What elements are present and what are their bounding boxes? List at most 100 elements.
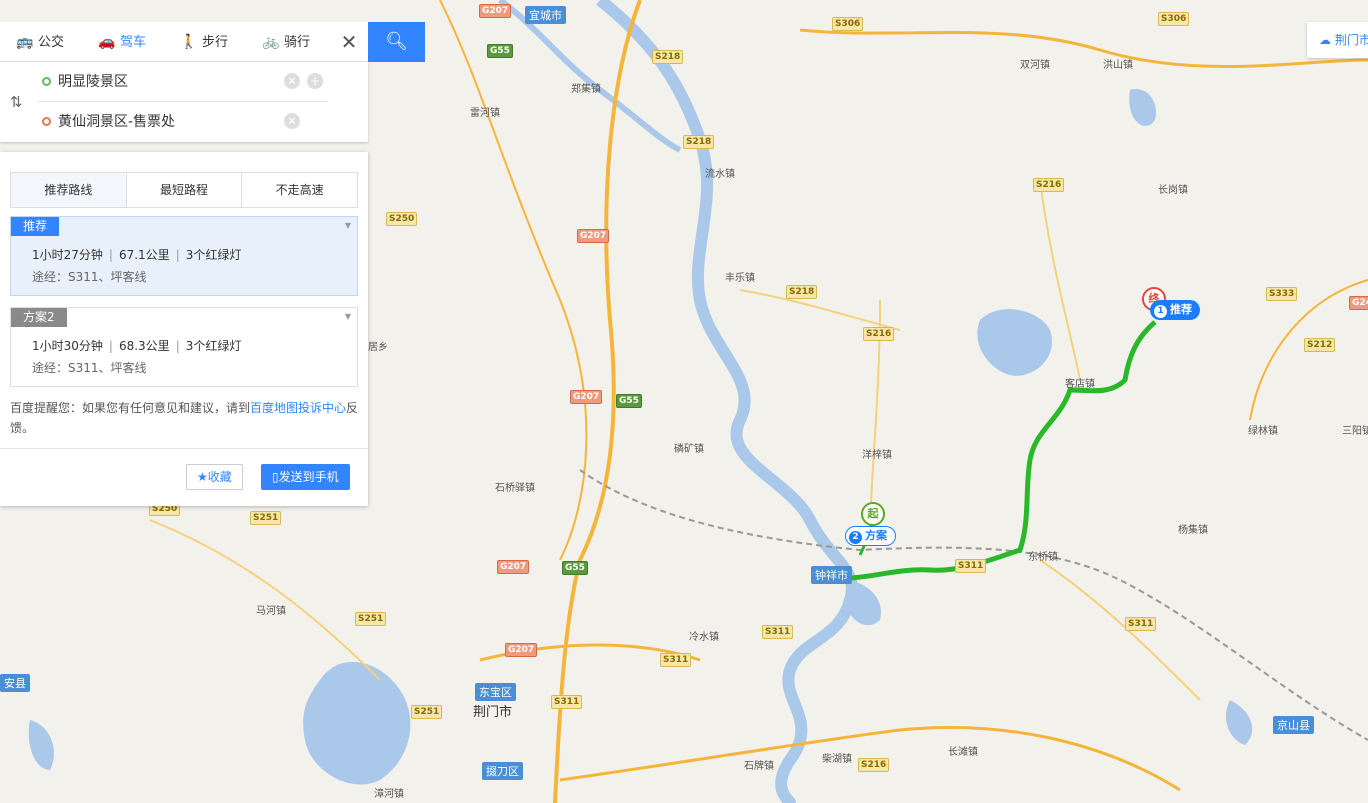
walk-icon: 🚶 [180, 34, 198, 50]
route-badge: 方案2 [11, 308, 67, 327]
city-label[interactable]: 京山县 [1273, 716, 1314, 734]
highway-shield: S251 [411, 705, 443, 719]
highway-shield: G207 [479, 4, 512, 18]
highway-shield: G55 [616, 394, 642, 408]
tab-label: 公交 [38, 35, 65, 50]
favorite-label: 收藏 [207, 470, 232, 484]
highway-shield: S251 [355, 612, 387, 626]
highway-shield: S218 [683, 135, 715, 149]
highway-shield: G207 [577, 229, 610, 243]
clear-icon[interactable]: ✕ [284, 113, 300, 129]
highway-shield: G207 [505, 643, 538, 657]
pref-recommended[interactable]: 推荐路线 [11, 173, 127, 207]
highway-shield: G207 [570, 390, 603, 404]
send-label: 发送到手机 [278, 470, 339, 484]
recommended-route-tag[interactable]: 1 推荐 [1150, 300, 1200, 320]
highway-shield: S311 [955, 559, 987, 573]
chevron-down-icon[interactable]: ▼ [345, 221, 351, 230]
route-tag-label: 推荐 [1170, 303, 1192, 316]
travel-mode-tabs: 🚌 公交 🚗 驾车 🚶 步行 🚲 骑行 ✕ [0, 22, 368, 62]
highway-shield: S311 [762, 625, 794, 639]
route-summary: 1小时27分钟 | 67.1公里 | 3个红绿灯 [32, 248, 242, 262]
start-field[interactable]: 明显陵景区 ✕ + [38, 62, 328, 102]
send-to-phone-button[interactable]: ▯发送到手机 [261, 464, 350, 490]
route-time: 1小时30分钟 [32, 339, 103, 353]
town-label: 漳河镇 [374, 789, 404, 800]
swap-icon[interactable]: ⇅ [10, 93, 23, 111]
town-label: 洋梓镇 [862, 450, 892, 461]
route-card-1[interactable]: 推荐 ▼ 1小时27分钟 | 67.1公里 | 3个红绿灯 途经：S311、坪客线 [10, 216, 358, 296]
tab-label: 驾车 [120, 35, 147, 50]
cloud-icon: ☁ [1319, 33, 1331, 47]
city-label[interactable]: 钟祥市 [811, 566, 852, 584]
bike-icon: 🚲 [262, 34, 280, 50]
town-label: 郑集镇 [571, 84, 601, 95]
route-inputs: ⇅ 明显陵景区 ✕ + 黄仙洞景区-售票处 ✕ [0, 62, 368, 142]
highway-shield: G207 [497, 560, 530, 574]
phone-icon: ▯ [272, 470, 279, 484]
city-label[interactable]: 宜城市 [525, 6, 566, 24]
highway-shield: S216 [863, 327, 895, 341]
route-lights: 3个红绿灯 [185, 339, 242, 353]
complaint-center-link[interactable]: 百度地图投诉中心 [250, 401, 346, 415]
tab-bike[interactable]: 🚲 骑行 [262, 22, 310, 62]
highway-shield: G55 [562, 561, 588, 575]
end-field[interactable]: 黄仙洞景区-售票处 ✕ [38, 102, 328, 142]
city-label-major[interactable]: 荆门市 [473, 701, 512, 720]
chevron-down-icon[interactable]: ▼ [345, 312, 351, 321]
town-label: 长滩镇 [948, 747, 978, 758]
route-via: 途经：S311、坪客线 [32, 270, 147, 284]
highway-shield: S216 [1033, 178, 1065, 192]
alt-route-tag[interactable]: 2 方案 [845, 526, 896, 546]
route-distance: 67.1公里 [118, 248, 170, 262]
town-label: 石牌镇 [744, 761, 774, 772]
weather-city: 荆门市 [1334, 33, 1368, 47]
tab-drive[interactable]: 🚗 驾车 [98, 22, 146, 62]
highway-shield: S218 [786, 285, 818, 299]
feedback-notice: 百度提醒您：如果您有任何意见和建议，请到百度地图投诉中心反馈。 [10, 398, 360, 438]
city-label[interactable]: 安县 [0, 674, 30, 692]
town-label: 居乡 [368, 342, 388, 353]
town-label: 丰乐镇 [725, 273, 755, 284]
highway-shield: S333 [1266, 287, 1298, 301]
highway-shield: S250 [386, 212, 418, 226]
favorite-button[interactable]: ★收藏 [186, 464, 243, 490]
town-label: 三阳镇 [1342, 426, 1368, 437]
route-card-2[interactable]: 方案2 ▼ 1小时30分钟 | 68.3公里 | 3个红绿灯 途经：S311、坪客线 [10, 307, 358, 387]
route-summary: 1小时30分钟 | 68.3公里 | 3个红绿灯 [32, 339, 242, 353]
highway-shield: S212 [1304, 338, 1336, 352]
town-label: 洪山镇 [1103, 60, 1133, 71]
tab-label: 骑行 [284, 35, 311, 50]
add-waypoint-icon[interactable]: + [307, 73, 323, 89]
pref-no-highway[interactable]: 不走高速 [242, 173, 357, 207]
route-tag-label: 方案 [865, 529, 887, 542]
end-dot-icon [42, 117, 51, 126]
weather-widget[interactable]: ☁ 荆门市 [1307, 22, 1368, 58]
route-via: 途经：S311、坪客线 [32, 361, 147, 375]
search-icon: 🔍︎ [385, 31, 408, 52]
tab-bus[interactable]: 🚌 公交 [16, 22, 64, 62]
end-value: 黄仙洞景区-售票处 [58, 114, 176, 130]
pref-shortest[interactable]: 最短路程 [127, 173, 243, 207]
city-label[interactable]: 掇刀区 [482, 762, 523, 780]
route-preference-tabs: 推荐路线 最短路程 不走高速 [10, 172, 358, 208]
divider [0, 448, 368, 449]
route-lights: 3个红绿灯 [185, 248, 242, 262]
town-label: 冷水镇 [689, 632, 719, 643]
town-label: 长岗镇 [1158, 185, 1188, 196]
highway-shield: S311 [551, 695, 583, 709]
highway-shield: G55 [487, 44, 513, 58]
town-label: 客店镇 [1065, 379, 1095, 390]
clear-icon[interactable]: ✕ [284, 73, 300, 89]
bus-icon: 🚌 [16, 34, 34, 50]
search-button[interactable]: 🔍︎ [368, 22, 425, 62]
city-label[interactable]: 东宝区 [475, 683, 516, 701]
start-marker[interactable]: 起 [861, 502, 885, 526]
highway-shield: G24 [1349, 296, 1368, 310]
highway-shield: S216 [858, 758, 890, 772]
town-label: 流水镇 [705, 169, 735, 180]
route-number-badge: 2 [849, 531, 862, 544]
tab-walk[interactable]: 🚶 步行 [180, 22, 228, 62]
car-icon: 🚗 [98, 34, 116, 50]
close-icon[interactable]: ✕ [338, 22, 360, 62]
